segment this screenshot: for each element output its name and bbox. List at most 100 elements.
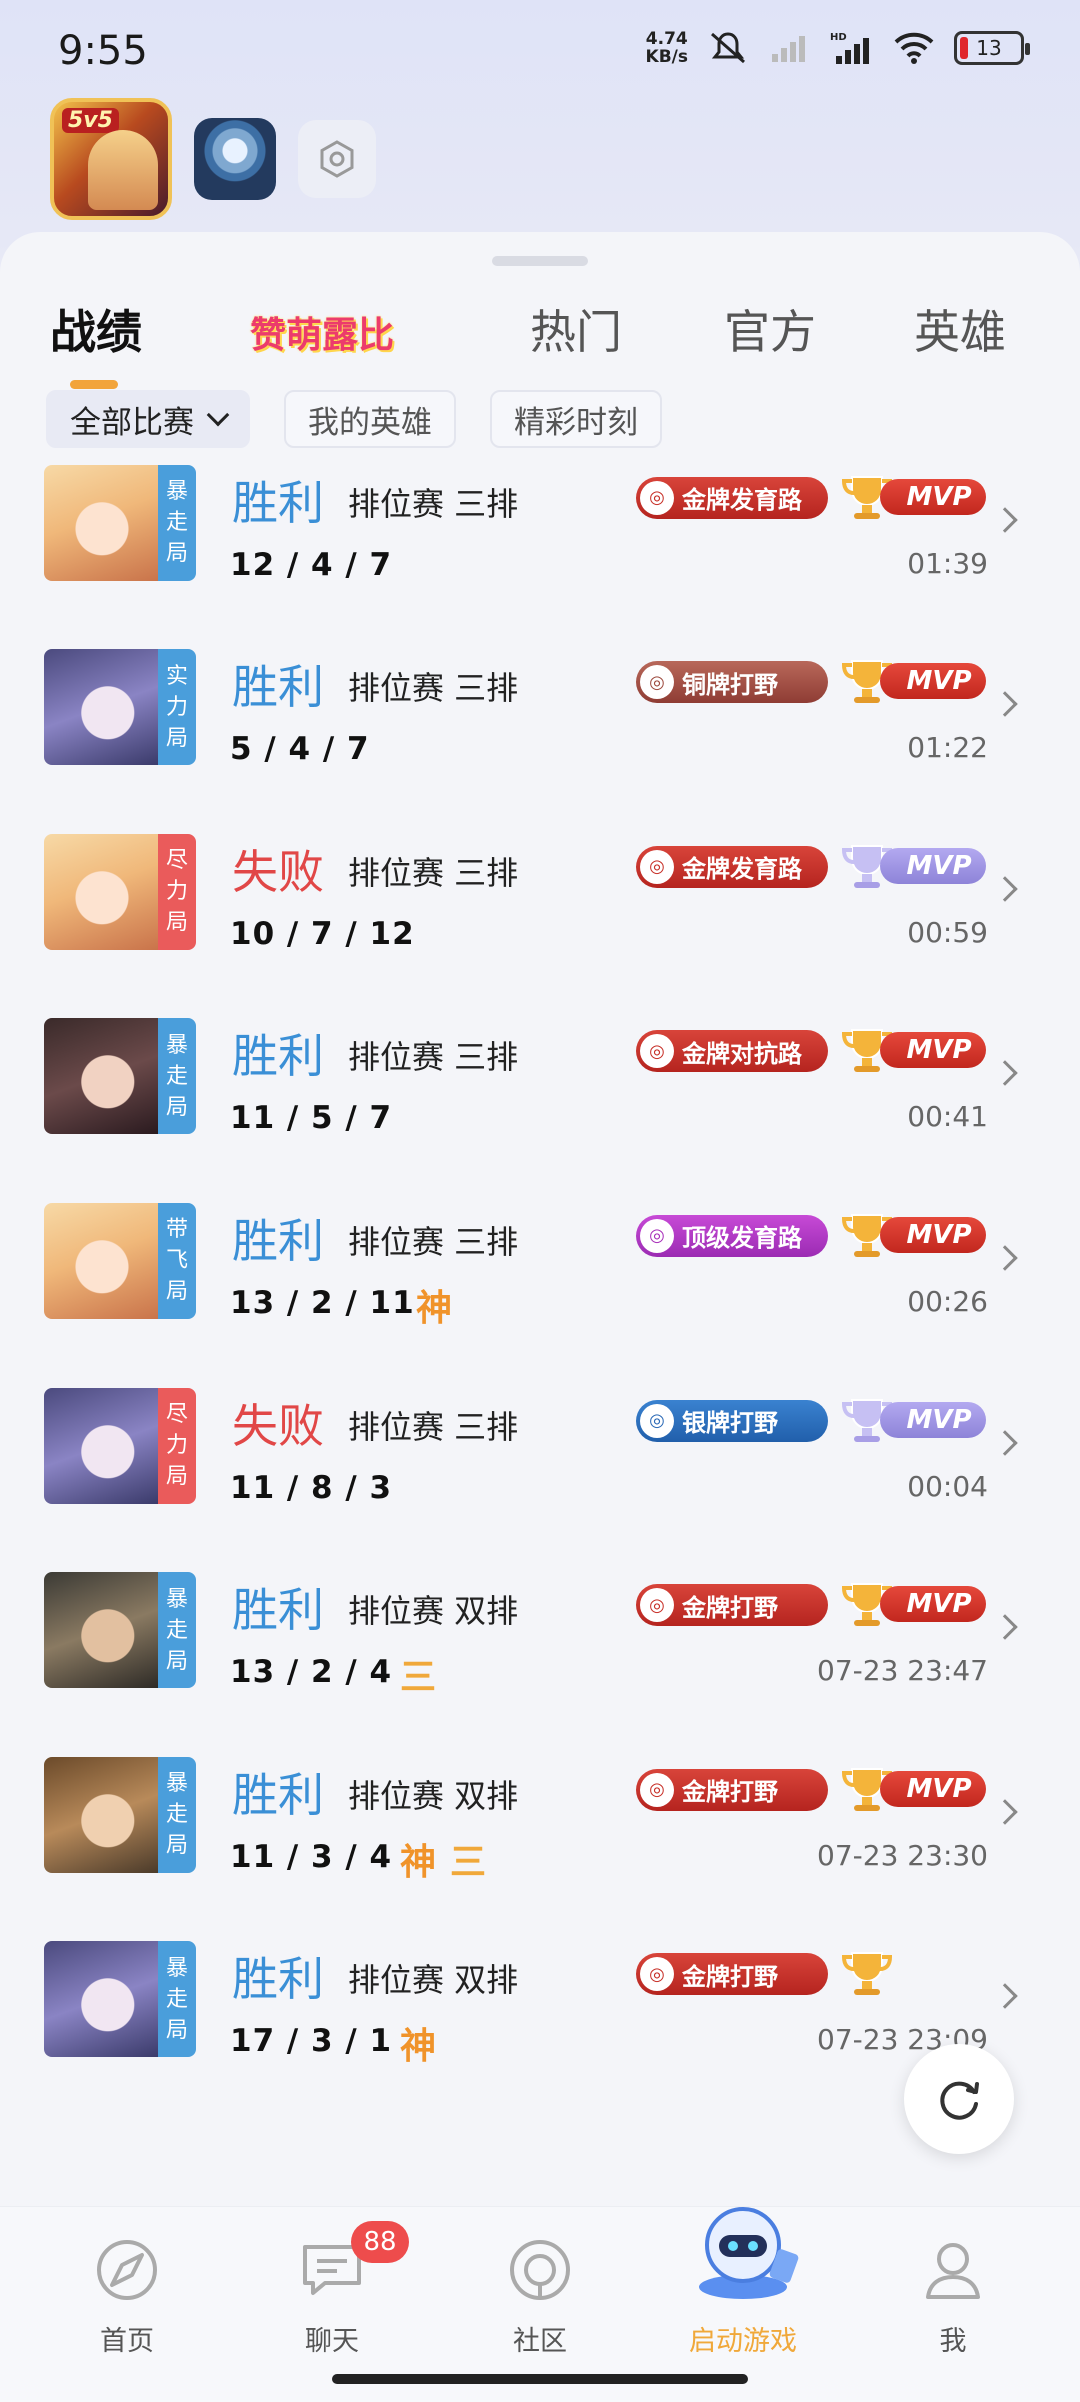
match-result: 失败 (232, 1398, 324, 1453)
drag-handle[interactable] (492, 256, 588, 266)
performance-badge: 暴 走 局 (158, 1018, 196, 1135)
signal-hd-icon: HD (830, 32, 869, 64)
active-tab-indicator (70, 380, 118, 389)
tab-heroes[interactable]: 英雄 (914, 296, 1006, 362)
mvp-badge: MVP (840, 1026, 988, 1074)
role-icon: ◎ (640, 665, 674, 700)
hero-avatar: 实 力 局 (44, 649, 196, 766)
role-medal: ◎ 铜牌打野 (636, 661, 828, 704)
game-icon-honor-of-kings[interactable]: 5v5 (50, 98, 172, 220)
robot-icon (699, 2207, 799, 2299)
role-icon: ◎ (640, 849, 674, 884)
role-icon: ◎ (640, 1218, 674, 1253)
match-time: 00:04 (907, 1469, 988, 1503)
performance-badge: 尽 力 局 (158, 833, 196, 950)
role-medal: ◎ 金牌发育路 (636, 476, 828, 519)
filter-all-matches[interactable]: 全部比赛 (46, 390, 250, 448)
mvp-badge: MVP (840, 657, 988, 705)
mvp-badge: MVP (840, 842, 988, 890)
match-time: 07-23 23:47 (817, 1654, 988, 1688)
tab-bar: 战绩 赞萌露比 热门 官方 英雄 (0, 286, 1080, 389)
bottom-nav: 首页 88 聊天 社区 启动游戏 我 (0, 2206, 1080, 2402)
achievement-mark: 三 (400, 1657, 437, 1699)
hero-avatar: 暴 走 局 (44, 1756, 196, 1873)
mute-icon (711, 32, 745, 64)
match-row[interactable]: 暴 走 局 胜利 排位赛 双排 11 / 3 / 4神三 ◎ 金牌打野 MVP 07-… (0, 1707, 1080, 1892)
match-mode: 排位赛 双排 (348, 1961, 519, 2000)
match-history-panel: 战绩 赞萌露比 热门 官方 英雄 全部比赛 我的英雄 精彩时刻 带 飞 局 胜利… (0, 232, 1080, 2402)
role-medal: ◎ 金牌发育路 (636, 845, 828, 888)
5v5-logo: 5v5 (62, 108, 119, 133)
community-icon (510, 2240, 570, 2300)
match-row[interactable]: 暴 走 局 胜利 排位赛 双排 13 / 2 / 4三 ◎ 金牌打野 MVP 07-2… (0, 1522, 1080, 1707)
match-mode: 排位赛 三排 (348, 669, 519, 708)
signal-off-icon (772, 36, 805, 62)
mvp-badge: MVP (840, 1211, 988, 1259)
match-mode: 排位赛 双排 (348, 1776, 519, 1815)
hero-art (88, 130, 158, 210)
kda: 11 / 8 / 3 (230, 1469, 393, 1506)
achievement-marks: 神 (416, 1279, 452, 1331)
match-row[interactable]: 尽 力 局 失败 排位赛 三排 11 / 8 / 3 ◎ 银牌打野 MVP 00:04 (0, 1338, 1080, 1523)
match-result: 胜利 (232, 1767, 324, 1822)
match-row[interactable]: 尽 力 局 失败 排位赛 三排 10 / 7 / 12 ◎ 金牌发育路 MVP 00:… (0, 784, 1080, 969)
tab-record[interactable]: 战绩 (50, 296, 142, 362)
chevron-down-icon (206, 403, 230, 427)
nav-home[interactable]: 首页 (52, 2207, 202, 2358)
game-switcher: 5v5 (50, 98, 376, 220)
match-result: 胜利 (232, 1029, 324, 1084)
match-time: 01:22 (907, 731, 988, 765)
nav-community[interactable]: 社区 (465, 2207, 615, 2358)
match-row[interactable]: 暴 走 局 胜利 排位赛 双排 17 / 3 / 1神 ◎ 金牌打野 07-23 2… (0, 1891, 1080, 2076)
kda: 13 / 2 / 4 (230, 1654, 393, 1691)
role-icon: ◎ (640, 480, 674, 515)
home-indicator[interactable] (332, 2374, 748, 2384)
role-medal: ◎ 顶级发育路 (636, 1214, 828, 1257)
tab-hot[interactable]: 热门 (530, 296, 622, 362)
match-result: 失败 (232, 844, 324, 899)
match-row[interactable]: 暴 走 局 胜利 排位赛 三排 12 / 4 / 7 ◎ 金牌发育路 MVP 01:3… (0, 464, 1080, 599)
kda: 17 / 3 / 1 (230, 2023, 393, 2060)
hero-portrait (44, 1941, 160, 2058)
battery-fill (960, 37, 968, 59)
tab-official[interactable]: 官方 (724, 296, 816, 362)
tab-event[interactable]: 赞萌露比 (250, 306, 394, 358)
nav-launch-game[interactable]: 启动游戏 (648, 2207, 838, 2358)
role-icon: ◎ (640, 1588, 674, 1623)
trophy-icon (841, 1952, 893, 1996)
mvp-badge: MVP (840, 1580, 988, 1628)
nav-chat[interactable]: 88 聊天 (257, 2207, 409, 2358)
game-icon-secondary[interactable] (194, 118, 276, 200)
filter-highlights[interactable]: 精彩时刻 (490, 390, 662, 448)
unread-badge: 88 (351, 2221, 409, 2263)
role-medal: ◎ 金牌打野 (636, 1584, 828, 1627)
match-result: 胜利 (232, 1213, 324, 1268)
match-row[interactable]: 带 飞 局 胜利 排位赛 三排 13 / 2 / 11 神 ◎ 顶级发育路 MVP 00… (0, 1153, 1080, 1338)
chevron-right-icon (992, 1614, 1018, 1640)
status-icons: 4.74 KB/s HD 13 (646, 30, 1030, 66)
match-row[interactable]: 实 力 局 胜利 排位赛 三排 5 / 4 / 7 ◎ 铜牌打野 MVP 01:22 (0, 599, 1080, 784)
refresh-button[interactable] (904, 2044, 1014, 2154)
settings-hex-button[interactable] (298, 120, 376, 198)
role-icon: ◎ (640, 1957, 674, 1992)
kda: 10 / 7 / 12 (230, 915, 415, 952)
hero-avatar: 尽 力 局 (44, 833, 196, 950)
kda: 11 / 5 / 7 (230, 1100, 393, 1137)
match-mode: 排位赛 三排 (348, 853, 519, 892)
mvp-badge (840, 1949, 988, 1997)
hero-portrait (44, 833, 160, 950)
mvp-badge: MVP (840, 1765, 988, 1813)
chevron-right-icon (992, 506, 1018, 533)
match-list[interactable]: 带 飞 局 胜利排位赛 三排23 / 6 / 5三 MVP01:59 暴 走 局… (0, 464, 1080, 2200)
role-icon: ◎ (640, 1403, 674, 1438)
nav-me[interactable]: 我 (878, 2207, 1028, 2358)
match-time: 00:59 (907, 915, 988, 949)
achievement-mark: 神 (416, 1287, 453, 1329)
match-mode: 排位赛 三排 (348, 1222, 519, 1261)
match-result: 胜利 (232, 1583, 324, 1638)
filter-my-heroes[interactable]: 我的英雄 (284, 390, 456, 448)
match-row[interactable]: 暴 走 局 胜利 排位赛 三排 11 / 5 / 7 ◎ 金牌对抗路 MVP 00:4… (0, 968, 1080, 1153)
performance-badge: 带 飞 局 (158, 1202, 196, 1319)
role-medal: ◎ 金牌对抗路 (636, 1030, 828, 1073)
role-icon: ◎ (640, 1034, 674, 1069)
